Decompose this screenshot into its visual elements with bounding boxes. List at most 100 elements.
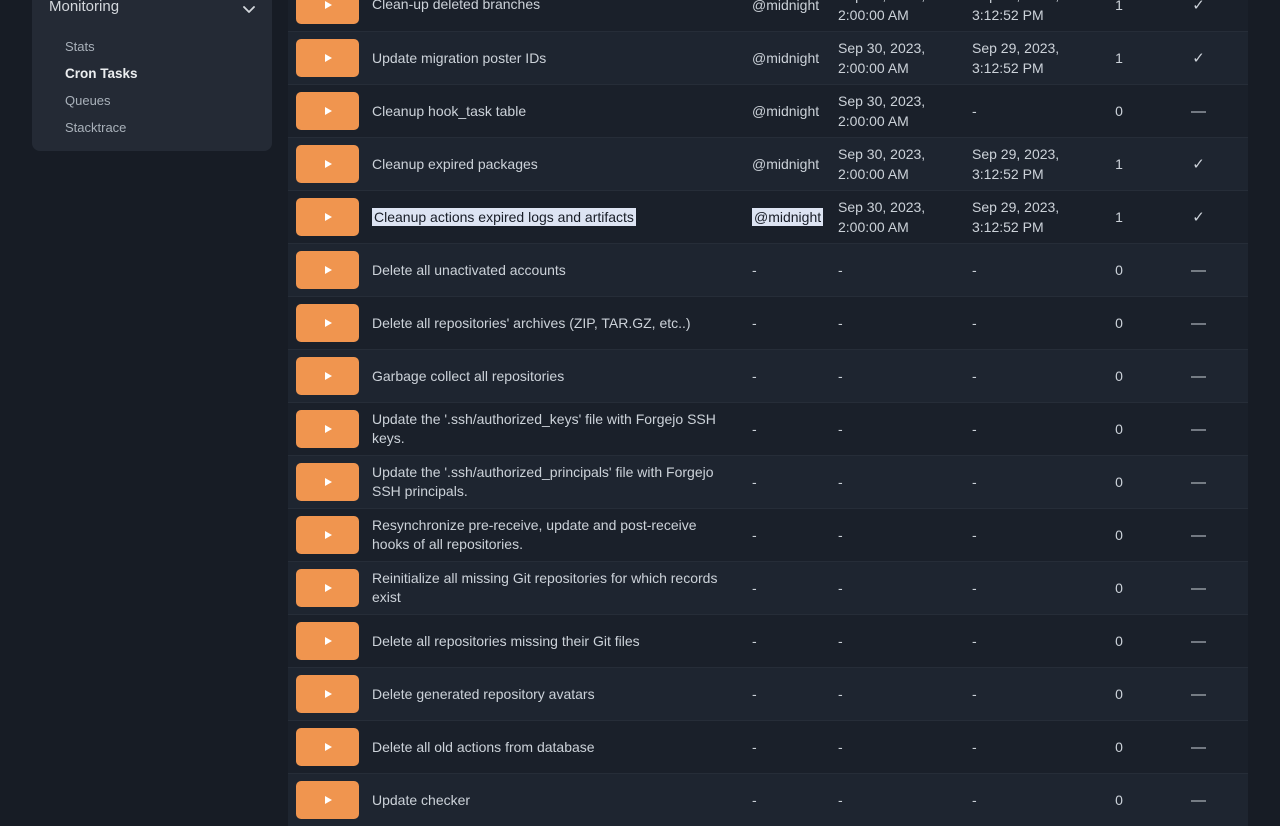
run-task-button[interactable] [296, 410, 359, 448]
run-task-button[interactable] [296, 39, 359, 77]
play-icon [325, 796, 332, 804]
task-next-run: - [831, 366, 965, 386]
run-task-button[interactable] [296, 728, 359, 766]
status-icon: — [1149, 792, 1248, 809]
play-icon [325, 1, 332, 9]
task-name: Delete all old actions from database [372, 738, 745, 757]
table-row: Garbage collect all repositories - - - 0… [288, 349, 1248, 402]
task-exec-count: 0 [1089, 368, 1149, 384]
task-name: Update the '.ssh/authorized_principals' … [372, 463, 745, 501]
run-task-button[interactable] [296, 569, 359, 607]
play-icon [325, 266, 332, 274]
task-name: Clean-up deleted branches [372, 0, 745, 14]
status-icon: — [1149, 686, 1248, 703]
task-exec-count: 0 [1089, 103, 1149, 119]
task-last-run: - [965, 525, 1089, 545]
cron-tasks-table: Clean-up deleted branches @midnight Sep … [288, 0, 1248, 826]
task-last-run: - [965, 313, 1089, 333]
table-row: Delete all unactivated accounts - - - 0 … [288, 243, 1248, 296]
task-name: Delete all repositories' archives (ZIP, … [372, 314, 745, 333]
status-icon: — [1149, 421, 1248, 438]
play-icon [325, 160, 332, 168]
task-exec-count: 0 [1089, 686, 1149, 702]
run-task-button[interactable] [296, 675, 359, 713]
chevron-down-icon[interactable] [241, 2, 257, 18]
task-schedule: - [745, 368, 831, 384]
status-icon: ✓ [1149, 208, 1248, 226]
task-schedule: - [745, 633, 831, 649]
play-icon [325, 54, 332, 62]
task-next-run: - [831, 313, 965, 333]
task-exec-count: 1 [1089, 0, 1149, 13]
status-icon: — [1149, 368, 1248, 385]
task-exec-count: 0 [1089, 474, 1149, 490]
task-schedule: - [745, 527, 831, 543]
play-icon [325, 637, 332, 645]
run-task-button[interactable] [296, 516, 359, 554]
task-schedule: - [745, 792, 831, 808]
task-next-run: - [831, 578, 965, 598]
status-icon: — [1149, 262, 1248, 279]
run-task-button[interactable] [296, 145, 359, 183]
task-name: Cleanup hook_task table [372, 102, 745, 121]
task-last-run: - [965, 631, 1089, 651]
play-icon [325, 690, 332, 698]
sidebar-item-queues[interactable]: Queues [65, 93, 111, 109]
task-last-run: - [965, 101, 1089, 121]
task-last-run: - [965, 472, 1089, 492]
run-task-button[interactable] [296, 0, 359, 24]
task-next-run: - [831, 737, 965, 757]
task-schedule: @midnight [745, 0, 831, 13]
task-last-run: - [965, 790, 1089, 810]
task-last-run: - [965, 366, 1089, 386]
run-task-button[interactable] [296, 463, 359, 501]
status-icon: — [1149, 103, 1248, 120]
selected-text: @midnight [752, 208, 823, 226]
task-name: Cleanup expired packages [372, 155, 745, 174]
run-task-button[interactable] [296, 304, 359, 342]
task-schedule: - [745, 686, 831, 702]
monitoring-sidebar-panel: Monitoring Stats Cron Tasks Queues Stack… [32, 0, 272, 151]
task-next-run: Sep 30, 2023,2:00:00 AM [831, 38, 965, 78]
task-schedule: - [745, 739, 831, 755]
sidebar-item-stats[interactable]: Stats [65, 39, 95, 55]
task-exec-count: 0 [1089, 739, 1149, 755]
task-name: Resynchronize pre-receive, update and po… [372, 516, 745, 554]
run-task-button[interactable] [296, 251, 359, 289]
task-schedule: - [745, 474, 831, 490]
task-name: Delete all unactivated accounts [372, 261, 745, 280]
task-next-run: - [831, 525, 965, 545]
run-task-button[interactable] [296, 357, 359, 395]
run-task-button[interactable] [296, 92, 359, 130]
table-row: Resynchronize pre-receive, update and po… [288, 508, 1248, 561]
table-row: Delete all repositories missing their Gi… [288, 614, 1248, 667]
task-name: Update checker [372, 791, 745, 810]
play-icon [325, 213, 332, 221]
sidebar-item-stacktrace[interactable]: Stacktrace [65, 120, 126, 136]
status-icon: ✓ [1149, 0, 1248, 14]
status-icon: — [1149, 474, 1248, 491]
table-row: Delete all old actions from database - -… [288, 720, 1248, 773]
play-icon [325, 531, 332, 539]
task-exec-count: 0 [1089, 633, 1149, 649]
task-exec-count: 1 [1089, 209, 1149, 225]
run-task-button[interactable] [296, 781, 359, 819]
status-icon: ✓ [1149, 155, 1248, 173]
table-row: Reinitialize all missing Git repositorie… [288, 561, 1248, 614]
task-next-run: - [831, 684, 965, 704]
task-next-run: - [831, 419, 965, 439]
task-schedule: @midnight [745, 156, 831, 172]
play-icon [325, 107, 332, 115]
task-schedule: - [745, 580, 831, 596]
play-icon [325, 372, 332, 380]
run-task-button[interactable] [296, 198, 359, 236]
run-task-button[interactable] [296, 622, 359, 660]
task-exec-count: 0 [1089, 527, 1149, 543]
sidebar-section-monitoring[interactable]: Monitoring [49, 0, 119, 15]
task-exec-count: 0 [1089, 792, 1149, 808]
table-row: Delete all repositories' archives (ZIP, … [288, 296, 1248, 349]
status-icon: — [1149, 739, 1248, 756]
task-exec-count: 0 [1089, 421, 1149, 437]
task-exec-count: 1 [1089, 156, 1149, 172]
sidebar-item-cron-tasks[interactable]: Cron Tasks [65, 66, 138, 82]
